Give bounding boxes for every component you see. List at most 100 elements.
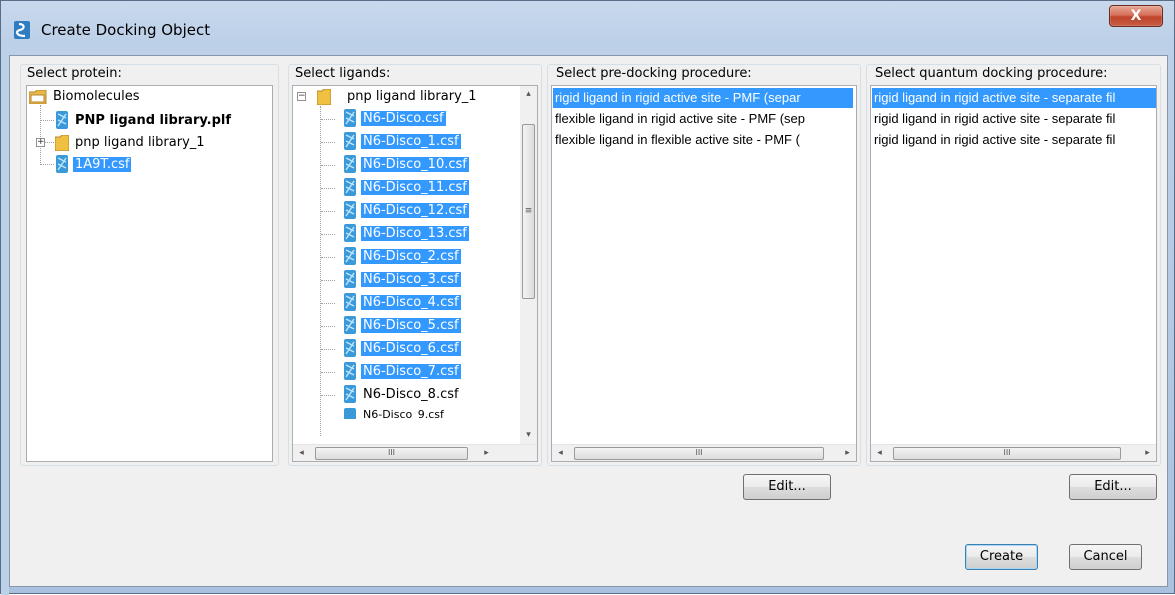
quantum-group-label: Select quantum docking procedure:: [875, 66, 1108, 81]
ligand-label: N6-Disco_1.csf: [361, 134, 461, 149]
tree-line: [321, 234, 335, 235]
tree-line: [321, 188, 335, 189]
ligands-vertical-scrollbar[interactable]: ▴ ≡ ▾: [520, 86, 537, 444]
ligands-horizontal-scrollbar[interactable]: ◂ III ▸: [293, 444, 537, 461]
ligand-label: N6-Disco_6.csf: [361, 341, 461, 356]
quantum-list[interactable]: rigid ligand in rigid active site - sepa…: [870, 85, 1157, 462]
molecule-file-icon: [344, 132, 356, 150]
expand-toggle[interactable]: +: [36, 138, 45, 147]
close-button[interactable]: X: [1109, 5, 1163, 27]
scroll-right-arrow[interactable]: ▸: [839, 445, 856, 461]
dialog-window: Create Docking Object X Select protein:: [0, 0, 1175, 595]
tree-line: [321, 349, 335, 350]
tree-item-pnp-folder[interactable]: + pnp ligand library_1: [35, 132, 207, 153]
ligand-item[interactable]: N6-Disco_3.csf: [321, 269, 461, 290]
collapse-toggle[interactable]: −: [297, 92, 306, 101]
predocking-item[interactable]: rigid ligand in rigid active site - PMF …: [553, 88, 853, 108]
window-title: Create Docking Object: [41, 21, 211, 39]
quantum-group: Select quantum docking procedure: rigid …: [866, 64, 1161, 466]
ligand-item[interactable]: N6-Disco_12.csf: [321, 200, 469, 221]
scroll-thumb[interactable]: III: [574, 447, 824, 460]
ligands-group: Select ligands: − pnp ligand library_1 N…: [288, 64, 542, 466]
molecule-file-icon: [344, 362, 356, 380]
tree-item-label: PNP ligand library.plf: [75, 113, 231, 128]
scroll-thumb[interactable]: III: [893, 447, 1121, 460]
edit-quantum-button[interactable]: Edit...: [1069, 474, 1157, 500]
cancel-button[interactable]: Cancel: [1069, 544, 1142, 570]
ligand-item[interactable]: N6-Disco_11.csf: [321, 177, 469, 198]
folder-icon: [317, 89, 331, 105]
predocking-horizontal-scrollbar[interactable]: ◂ III ▸: [552, 444, 856, 461]
ligand-label: N6-Disco_11.csf: [361, 180, 469, 195]
molecule-file-icon: [344, 109, 356, 127]
ligand-label: N6-Disco_10.csf: [361, 157, 469, 172]
ligand-item[interactable]: N6-Disco_10.csf: [321, 154, 469, 175]
predocking-list[interactable]: rigid ligand in rigid active site - PMF …: [551, 85, 857, 462]
ligand-label: N6-Disco_13.csf: [361, 226, 469, 241]
tree-line: [321, 165, 335, 166]
protein-group: Select protein: Biomolecules PNP ligand …: [20, 64, 279, 466]
scroll-thumb[interactable]: ≡: [522, 124, 535, 299]
molecule-file-icon: [344, 408, 356, 419]
ligand-label: N6-Disco_9.csf: [363, 408, 444, 419]
ligand-item[interactable]: N6-Disco_5.csf: [321, 315, 461, 336]
scroll-thumb[interactable]: III: [315, 447, 468, 460]
tree-line: [321, 395, 335, 396]
scroll-left-arrow[interactable]: ◂: [871, 445, 888, 461]
molecule-file-icon: [344, 385, 356, 403]
edit-predocking-button[interactable]: Edit...: [743, 474, 831, 500]
molecule-file-icon: [344, 339, 356, 357]
ligand-item[interactable]: N6-Disco_6.csf: [321, 338, 461, 359]
tree-line: [321, 372, 335, 373]
ligands-tree[interactable]: − pnp ligand library_1 N6-Disco.csf N6-D…: [292, 85, 538, 462]
predocking-item[interactable]: flexible ligand in flexible active site …: [553, 130, 853, 150]
create-button[interactable]: Create: [965, 544, 1038, 570]
quantum-item[interactable]: rigid ligand in rigid active site - sepa…: [872, 130, 1156, 150]
ligand-item[interactable]: N6-Disco.csf: [321, 108, 446, 129]
scroll-right-arrow[interactable]: ▸: [478, 445, 495, 461]
ligand-item[interactable]: N6-Disco_7.csf: [321, 361, 461, 382]
ligand-item[interactable]: N6-Disco_13.csf: [321, 223, 469, 244]
tree-item-label: 1A9T.csf: [73, 157, 132, 172]
quantum-horizontal-scrollbar[interactable]: ◂ III ▸: [871, 444, 1156, 461]
protein-group-label: Select protein:: [27, 66, 122, 81]
tree-root-label: Biomolecules: [53, 89, 140, 104]
molecule-file-icon: [344, 178, 356, 196]
tree-line: [40, 120, 54, 121]
ligand-item[interactable]: N6-Disco_8.csf: [321, 384, 461, 405]
tree-item-plf[interactable]: PNP ligand library.plf: [55, 110, 233, 131]
ligand-label: N6-Disco_12.csf: [361, 203, 469, 218]
ligand-label: N6-Disco_7.csf: [361, 364, 461, 379]
ligand-item[interactable]: N6-Disco_4.csf: [321, 292, 461, 313]
tree-line: [321, 303, 335, 304]
ligand-label: N6-Disco_8.csf: [363, 387, 459, 402]
molecule-file-icon: [56, 111, 68, 129]
molecule-file-icon: [344, 293, 356, 311]
predocking-item[interactable]: flexible ligand in rigid active site - P…: [553, 109, 853, 129]
ligand-label: N6-Disco_5.csf: [361, 318, 461, 333]
tree-line: [40, 164, 54, 165]
quantum-item[interactable]: rigid ligand in rigid active site - sepa…: [872, 109, 1156, 129]
tree-root-biomolecules[interactable]: Biomolecules: [29, 86, 141, 107]
molecule-file-icon: [56, 155, 68, 173]
scroll-left-arrow[interactable]: ◂: [293, 445, 310, 461]
tree-item-1a9t[interactable]: 1A9T.csf: [55, 154, 132, 175]
tree-line: [321, 257, 335, 258]
molecule-file-icon: [344, 155, 356, 173]
scroll-left-arrow[interactable]: ◂: [552, 445, 569, 461]
scroll-down-arrow[interactable]: ▾: [520, 427, 537, 444]
quantum-item[interactable]: rigid ligand in rigid active site - sepa…: [872, 88, 1156, 108]
tree-root-pnp-library[interactable]: − pnp ligand library_1: [295, 86, 479, 107]
ligand-item[interactable]: N6-Disco_2.csf: [321, 246, 461, 267]
ligand-item[interactable]: N6-Disco_9.csf: [321, 407, 446, 419]
tree-line: [321, 119, 335, 120]
scroll-up-arrow[interactable]: ▴: [520, 86, 537, 103]
molecule-file-icon: [344, 224, 356, 242]
protein-tree[interactable]: Biomolecules PNP ligand library.plf + pn…: [26, 85, 273, 462]
tree-root-label: pnp ligand library_1: [347, 89, 477, 104]
predocking-group-label: Select pre-docking procedure:: [556, 66, 752, 81]
title-bar[interactable]: Create Docking Object X: [1, 1, 1174, 55]
ligand-item[interactable]: N6-Disco_1.csf: [321, 131, 461, 152]
scroll-right-arrow[interactable]: ▸: [1139, 445, 1156, 461]
predocking-group: Select pre-docking procedure: rigid liga…: [547, 64, 861, 466]
